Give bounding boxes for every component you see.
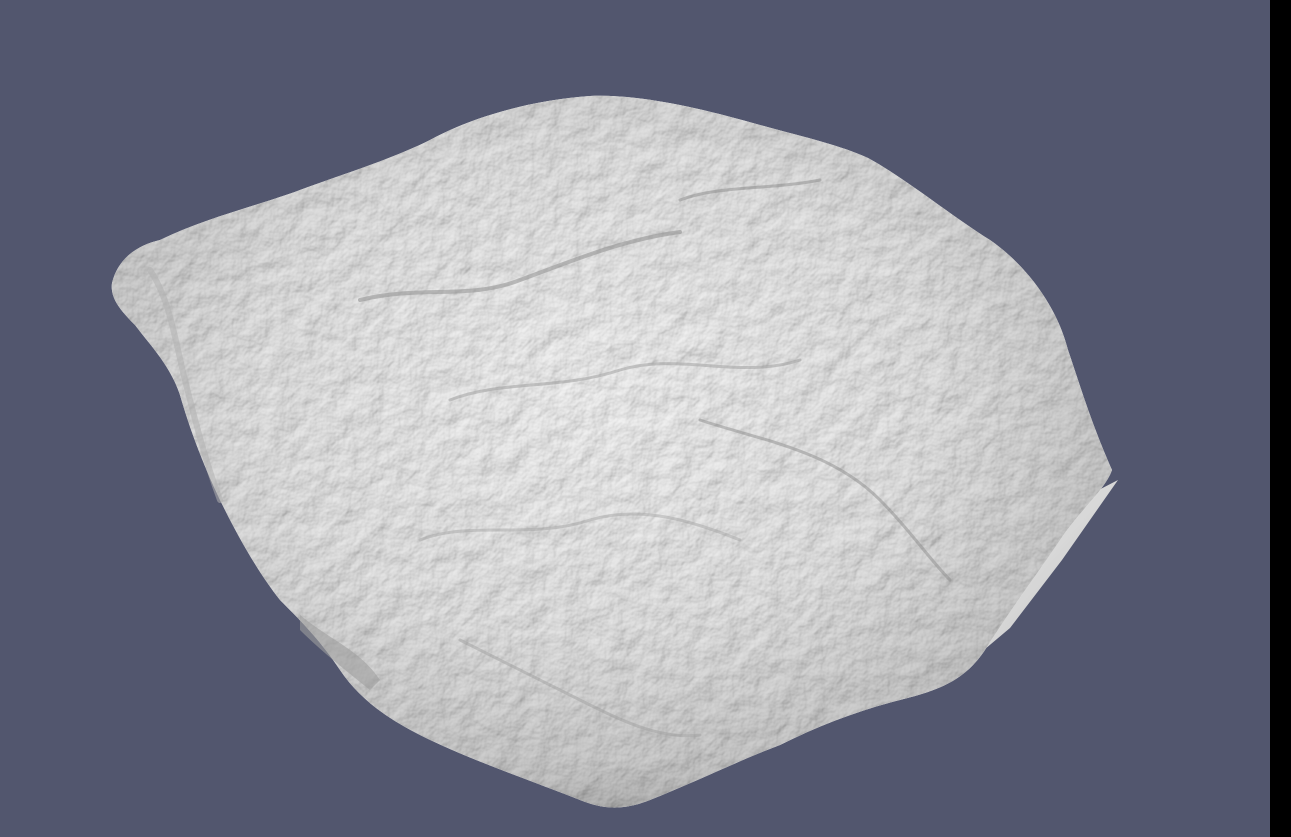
viewport-border-strip: [1270, 0, 1291, 837]
mesh-viewer-window: [0, 0, 1291, 837]
3d-viewport[interactable]: [0, 0, 1270, 837]
viewport-canvas[interactable]: [0, 0, 1270, 837]
